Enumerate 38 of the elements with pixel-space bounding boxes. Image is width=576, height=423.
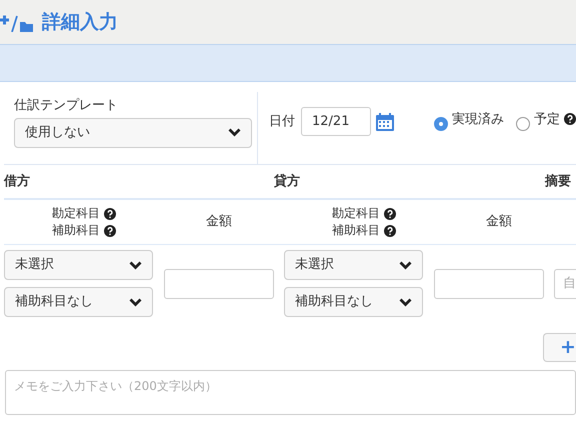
section-heading: 借方 — [4, 172, 31, 191]
column-label: 補助科目 — [52, 222, 100, 239]
chevron-down-icon — [228, 128, 241, 137]
section-heading: 摘要 — [545, 172, 571, 191]
radio-button[interactable] — [516, 117, 530, 131]
memo-field[interactable]: メモをご入力下さい（200文字以内） — [5, 370, 576, 415]
radio-label: 実現済み — [452, 111, 504, 129]
amount-field[interactable] — [164, 268, 274, 298]
help-icon[interactable] — [384, 224, 396, 236]
add-row-button[interactable]: + — [543, 333, 576, 362]
help-icon[interactable] — [384, 208, 396, 220]
field-label: 仕訳テンプレート — [14, 97, 119, 115]
dropdown[interactable]: 未選択 — [4, 250, 153, 280]
column-label: 補助科目 — [332, 222, 380, 239]
chevron-down-icon — [129, 298, 142, 306]
field-label: 日付 — [269, 113, 295, 131]
dropdown[interactable]: 補助科目なし — [4, 287, 153, 317]
description-field[interactable]: 自 — [554, 268, 576, 298]
section-heading: 貸方 — [274, 172, 301, 191]
help-icon[interactable] — [104, 208, 116, 220]
column-label: 金額 — [485, 213, 513, 232]
column-label: 勘定科目 — [332, 205, 380, 222]
radio-label: 予定 — [534, 111, 560, 129]
chevron-down-icon — [399, 260, 412, 270]
date-field[interactable]: 12/21 — [301, 107, 371, 136]
chevron-down-icon — [129, 260, 142, 270]
page-title: 詳細入力 — [42, 10, 118, 35]
help-icon[interactable] — [104, 224, 116, 236]
help-icon[interactable] — [564, 113, 576, 125]
dropdown[interactable]: 使用しない — [14, 118, 252, 148]
column-label: 金額 — [205, 213, 233, 232]
calendar-icon[interactable] — [376, 113, 394, 131]
dropdown[interactable]: 補助科目なし — [284, 287, 423, 317]
amount-field[interactable] — [434, 268, 544, 298]
chevron-down-icon — [399, 298, 412, 306]
radio-button[interactable] — [434, 117, 448, 131]
column-label: 勘定科目 — [52, 205, 100, 222]
dropdown[interactable]: 未選択 — [284, 250, 423, 280]
